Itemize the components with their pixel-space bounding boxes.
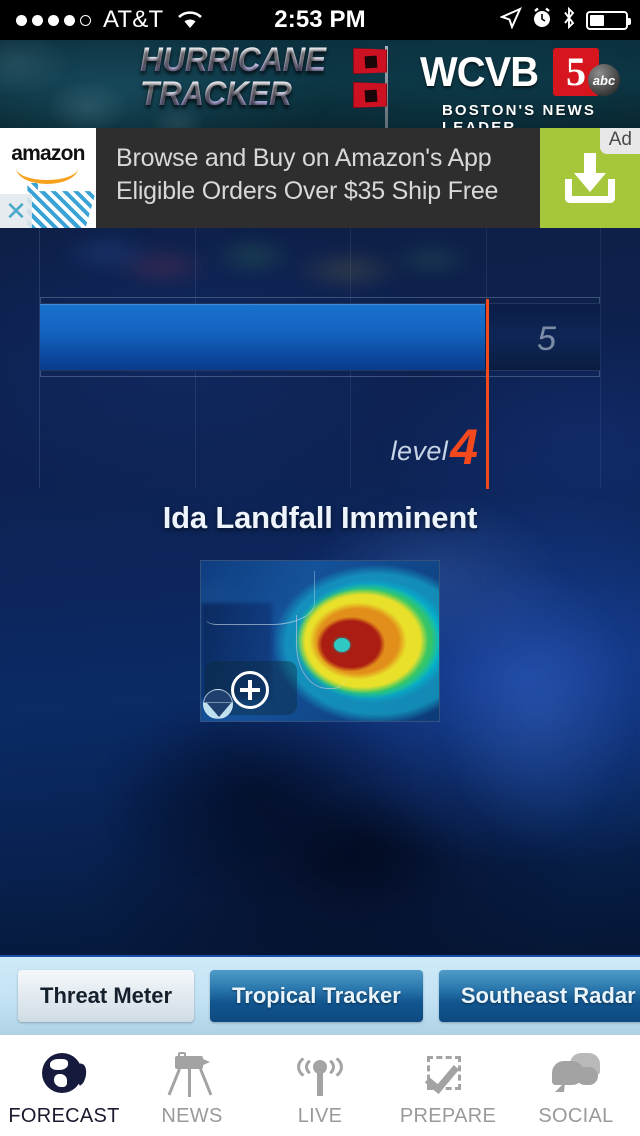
nav-label-prepare: PREPARE [399,1105,497,1127]
broadcast-antenna-icon [295,1049,345,1101]
tab-tropical-tracker[interactable]: Tropical Tracker [210,970,423,1022]
battery-icon [586,10,631,30]
amazon-wordmark: amazon [11,142,85,165]
tab-southeast-radar[interactable]: Southeast Radar [438,970,640,1022]
bottom-navigation-bar[interactable]: FORECAST NEWS LIVE PREPARE SOCIAL [0,1035,640,1136]
threat-meter-fill [40,304,486,370]
nav-label-forecast: FORECAST [8,1105,120,1127]
nav-item-news[interactable]: NEWS [128,1035,256,1136]
globe-hurricane-icon [42,1049,90,1101]
video-camera-tripod-icon [167,1049,215,1101]
nav-item-social[interactable]: SOCIAL [512,1035,640,1136]
page-title: Ida Landfall Imminent [162,500,478,535]
bluetooth-icon [562,6,576,34]
app-title-line2: TRACKER [140,77,354,111]
tab-threat-meter[interactable]: Threat Meter [18,970,195,1022]
ad-headline-line2: Eligible Orders Over $35 Ship Free [116,177,499,205]
hurricane-warning-flags-icon [353,46,405,128]
nav-label-news: NEWS [161,1105,223,1127]
status-bar-right [499,0,631,40]
section-tab-strip[interactable]: Threat Meter Tropical Tracker Southeast … [0,955,640,1035]
speech-clouds-icon [552,1049,600,1101]
nav-item-forecast[interactable]: FORECAST [0,1035,128,1136]
ad-close-button[interactable]: ✕ [0,194,32,228]
ad-install-button[interactable]: Ad [540,128,640,228]
threat-meter-level-marker [486,299,489,489]
background-radar-texture [40,228,600,298]
satellite-image[interactable] [200,560,440,722]
download-icon [564,151,616,205]
hurricane-tracker-logo: HURRICANE TRACKER [140,43,370,111]
app-root: AT&T 2:53 PM HURRICANE TRACKER WCVB 5 ab… [0,0,640,1136]
wcvb-station-logo: WCVB 5 abc BOSTON'S NEWS LEADER [420,48,620,128]
ad-copy: Browse and Buy on Amazon's App Eligible … [96,128,540,228]
alarm-clock-icon [532,7,552,34]
nav-label-social: SOCIAL [538,1105,614,1127]
status-bar: AT&T 2:53 PM [0,0,640,40]
station-tagline: BOSTON'S NEWS LEADER [442,102,596,128]
nav-item-prepare[interactable]: PREPARE [384,1035,512,1136]
threat-level-word: level [390,436,449,466]
threat-meter-max-label: 5 [537,320,556,358]
threat-meter-track[interactable]: 5 [40,303,600,371]
station-call-letters: WCVB [420,48,539,95]
nav-item-live[interactable]: LIVE [256,1035,384,1136]
app-header-banner: HURRICANE TRACKER WCVB 5 abc BOSTON'S NE… [0,40,640,128]
main-content: 5 level 4 Ida Landfall Imminent [0,228,640,955]
amazon-swoosh-icon [16,168,78,184]
ad-headline-line1: Browse and Buy on Amazon's App [116,144,492,172]
nav-label-live: LIVE [297,1105,343,1127]
noaa-logo-icon [203,689,233,719]
abc-network-icon: abc [588,64,620,96]
checklist-checkbox-icon [424,1049,471,1101]
app-title-line1: HURRICANE [140,43,354,77]
ad-advertiser-thumbnail[interactable]: amazon ✕ [0,128,96,228]
ad-badge: Ad [599,128,640,154]
threat-level-number: 4 [450,419,478,475]
location-arrow-icon [499,6,522,34]
zoom-in-button[interactable] [231,671,269,709]
threat-level-readout: level 4 [300,417,478,475]
channel-number: 5 [566,49,586,94]
advertisement-banner[interactable]: amazon ✕ Browse and Buy on Amazon's App … [0,128,640,228]
